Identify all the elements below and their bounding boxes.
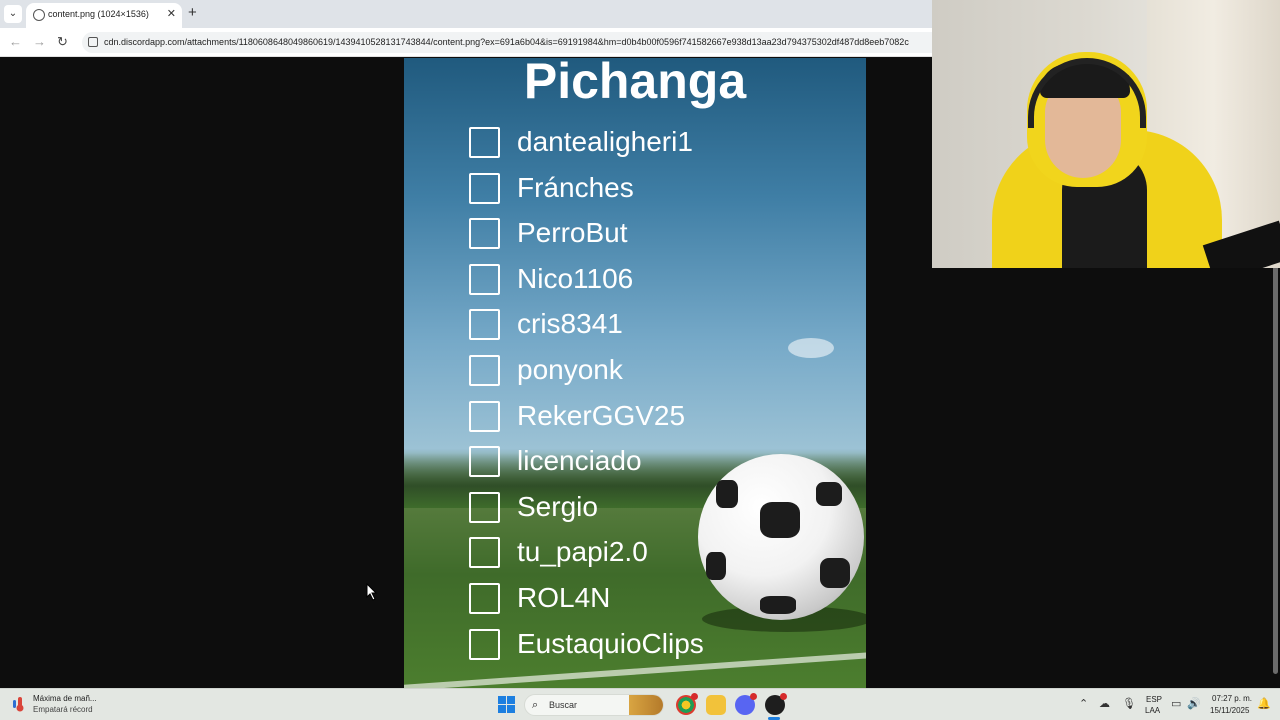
microphone-icon[interactable]: 🎙 [1122, 697, 1136, 710]
windows-start-icon[interactable] [498, 696, 515, 713]
language-code[interactable]: ESP [1146, 695, 1162, 704]
player-row: cris8341 [468, 307, 798, 341]
tab-search-button[interactable]: ⌄ [4, 5, 22, 23]
player-row: ROL4N [468, 581, 798, 615]
player-row: dantealigheri1 [468, 125, 798, 159]
taskbar: Máxima de mañ... Empatará récord ⌕ Busca… [0, 688, 1280, 720]
taskbar-search[interactable]: ⌕ Buscar [524, 694, 664, 716]
reload-icon[interactable]: ↻ [57, 34, 68, 50]
player-checkbox [469, 400, 500, 432]
notification-bell-icon[interactable]: 🔔 [1257, 697, 1271, 710]
player-row: EustaquioClips [468, 627, 798, 661]
onedrive-icon[interactable]: ☁ [1099, 697, 1110, 710]
player-name: dantealigheri1 [517, 126, 693, 157]
player-row: ponyonk [468, 353, 798, 387]
player-checkbox [469, 263, 500, 295]
player-checkbox [469, 628, 500, 660]
player-row: Nico1106 [468, 262, 798, 296]
search-highlight-image [629, 695, 663, 715]
volume-icon[interactable]: 🔊 [1187, 697, 1201, 710]
player-row: Sergio [468, 490, 798, 524]
browser-tab[interactable]: content.png (1024×1536) ✕ [26, 3, 182, 28]
new-tab-button[interactable]: + [188, 4, 197, 21]
discord-icon[interactable] [735, 693, 757, 715]
clock-time[interactable]: 07:27 p. m. [1212, 694, 1252, 703]
pichanga-poster-image: Pichanga dantealigheri1 Fránches PerroBut N… [404, 58, 866, 688]
player-row: PerroBut [468, 216, 798, 250]
forward-icon[interactable]: → [33, 34, 46, 49]
player-checkbox [469, 355, 500, 386]
clock-date[interactable]: 15/11/2025 [1210, 706, 1249, 715]
close-tab-icon[interactable]: ✕ [167, 7, 176, 20]
chrome-icon[interactable] [676, 693, 698, 715]
file-explorer-icon[interactable] [706, 695, 726, 715]
player-checkbox [469, 218, 500, 250]
player-row: RekerGGV25 [468, 399, 798, 433]
player-checkbox [469, 537, 500, 569]
weather-subtitle[interactable]: Empatará récord [33, 705, 93, 714]
player-row: licenciado [468, 444, 798, 478]
globe-icon [33, 9, 45, 21]
tab-title: content.png (1024×1536) [48, 9, 149, 19]
obs-icon[interactable] [765, 693, 787, 715]
player-checkbox [469, 491, 500, 523]
player-name: RekerGGV25 [517, 399, 686, 431]
player-checkbox [469, 583, 500, 614]
player-row: tu_papi2.0 [468, 535, 798, 569]
weather-title[interactable]: Máxima de mañ... [33, 694, 97, 703]
player-name: Fránches [517, 171, 634, 203]
site-info-icon[interactable] [88, 37, 98, 47]
mouse-cursor-icon [366, 583, 378, 601]
player-name: EustaquioClips [517, 627, 704, 659]
player-name: tu_papi2.0 [517, 536, 648, 568]
webcam-overlay [932, 0, 1280, 268]
player-row: Fránches [468, 171, 798, 205]
search-placeholder: Buscar [549, 700, 578, 710]
network-icon[interactable]: ▭ [1171, 697, 1181, 710]
player-name: PerroBut [517, 217, 628, 249]
player-name: ponyonk [517, 354, 623, 385]
keyboard-layout[interactable]: LAA [1145, 706, 1160, 715]
player-checkbox [469, 446, 500, 478]
back-icon[interactable]: ← [9, 34, 22, 49]
player-name: licenciado [517, 445, 642, 477]
player-name: Nico1106 [517, 262, 634, 294]
search-icon: ⌕ [532, 699, 539, 711]
poster-title: Pichanga [523, 58, 747, 109]
player-checkbox [469, 127, 500, 158]
weather-thermometer-icon[interactable] [12, 696, 28, 712]
player-checkbox [469, 309, 500, 341]
player-checkbox [469, 172, 500, 204]
player-name: cris8341 [517, 308, 623, 340]
chevron-up-icon[interactable]: ⌃ [1079, 697, 1088, 710]
player-name: ROL4N [517, 582, 611, 613]
player-name: Sergio [517, 490, 598, 522]
url-text[interactable]: cdn.discordapp.com/attachments/118060864… [104, 37, 909, 47]
